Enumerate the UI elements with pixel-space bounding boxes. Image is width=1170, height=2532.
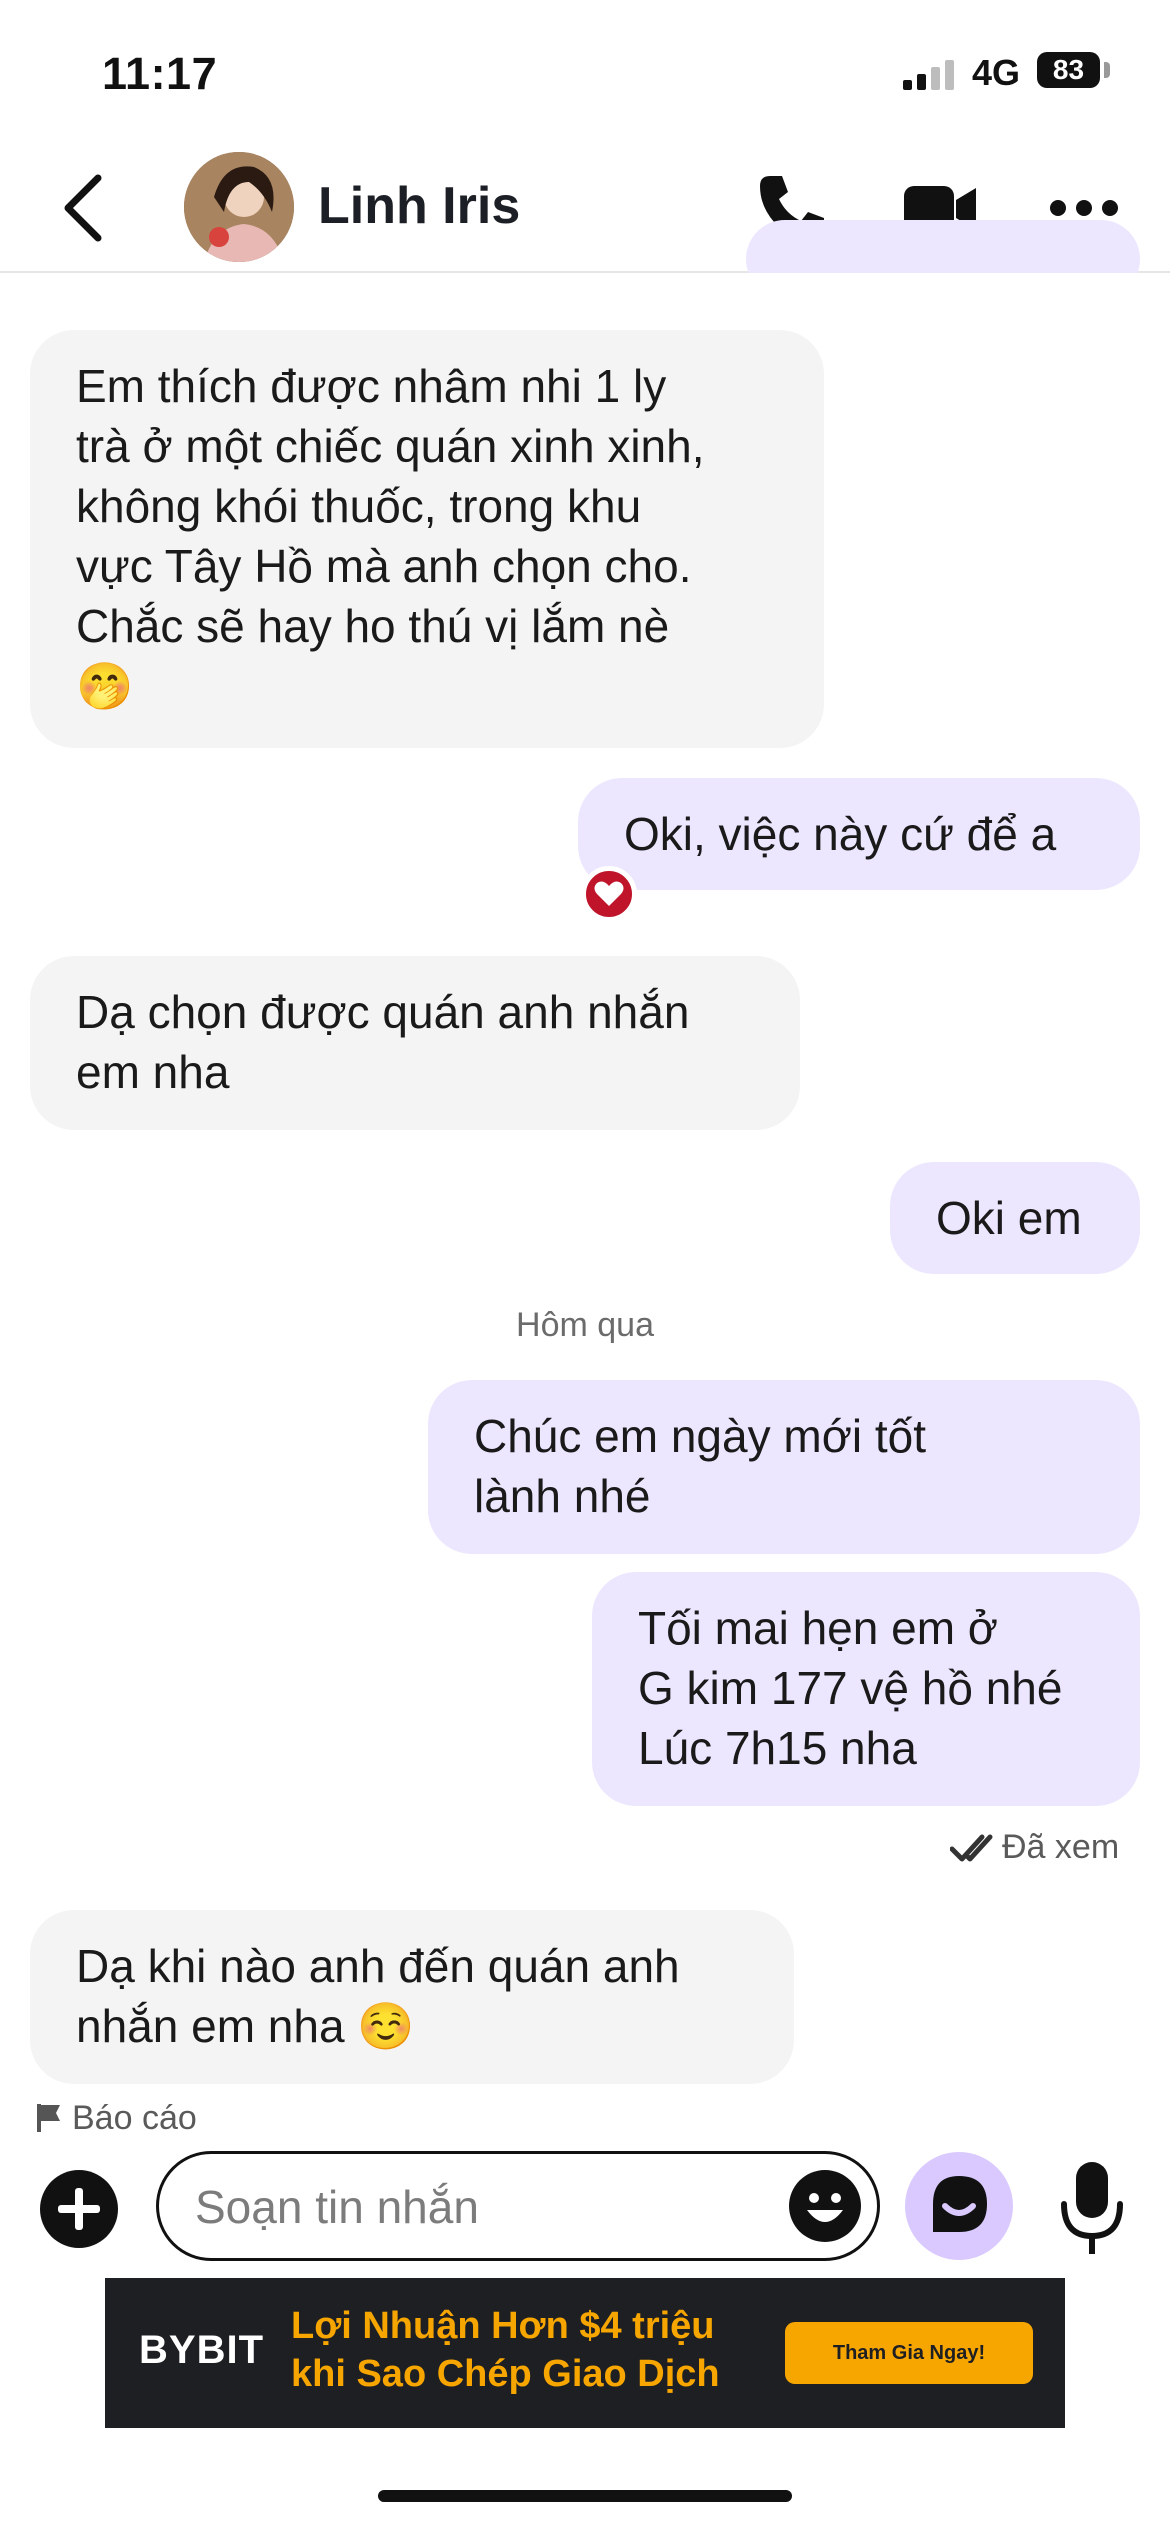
emoji-icon [789,2170,861,2242]
flag-icon [37,2104,60,2132]
message-bubble-outgoing[interactable]: Chúc em ngày mới tốt lành nhé [428,1380,1140,1554]
message-bubble-incoming[interactable]: Dạ khi nào anh đến quán anh nhắn em nha … [30,1910,794,2084]
message-bubble-incoming[interactable]: Dạ chọn được quán anh nhắn em nha [30,956,800,1130]
message-text: không khói thuốc, trong khu [76,480,642,532]
ad-brand-logo: BYBIT [139,2328,264,2372]
mic-icon [1061,2162,1123,2254]
reaction-badge[interactable] [581,866,637,922]
message-text: Dạ chọn được quán anh nhắn [76,986,690,1038]
heart-icon [594,881,624,906]
avatar[interactable] [184,152,294,262]
signal-icon [903,60,963,95]
ad-line: khi Sao Chép Giao Dịch [291,2353,720,2395]
composer [156,2151,880,2261]
message-text: Oki em [936,1192,1082,1244]
message-text: Tối mai hẹn em ở [638,1602,998,1654]
message-text: Em thích được nhâm nhi 1 ly [76,360,667,412]
message-text: Dạ khi nào anh đến quán anh [76,1940,680,1992]
message-text: vực Tây Hồ mà anh chọn cho. [76,540,692,592]
ad-headline: Lợi Nhuận Hơn $4 triệu khi Sao Chép Giao… [291,2302,720,2398]
home-indicator[interactable] [378,2490,792,2502]
battery-indicator: 83 [1037,52,1100,88]
message-input[interactable] [193,2154,757,2260]
status-time: 11:17 [102,48,218,99]
sticker-icon [933,2176,987,2232]
message-bubble-incoming[interactable]: Em thích được nhâm nhi 1 ly trà ở một ch… [30,330,824,748]
battery-cap [1104,62,1110,78]
message-text: Chắc sẽ hay ho thú vị lắm nè [76,600,670,652]
message-text: 🤭 [76,660,134,712]
scroll-clip [0,273,1170,299]
message-text: Lúc 7h15 nha [638,1722,917,1774]
emoji-button[interactable] [787,2168,863,2244]
contact-name[interactable]: Linh Iris [318,176,520,236]
voice-message-button[interactable] [1056,2158,1128,2258]
message-text: nhắn em nha ☺️ [76,2000,415,2052]
message-bubble-outgoing[interactable]: Oki, việc này cứ để a [578,778,1140,890]
report-label: Báo cáo [72,2104,197,2132]
message-bubble-outgoing[interactable]: Oki em [890,1162,1140,1274]
message-text: em nha [76,1046,230,1098]
message-text: trà ở một chiếc quán xinh xinh, [76,420,705,472]
add-attachment-button[interactable] [40,2170,118,2248]
ad-banner[interactable]: BYBIT Lợi Nhuận Hơn $4 triệu khi Sao Ché… [105,2278,1065,2428]
message-text: G kim 177 vệ hồ nhé [638,1662,1063,1714]
plus-icon [58,2188,100,2230]
back-button[interactable] [56,168,116,248]
double-check-icon [950,1834,993,1861]
message-bubble-outgoing[interactable]: Tối mai hẹn em ở G kim 177 vệ hồ nhé Lúc… [592,1572,1140,1806]
sticker-button[interactable] [905,2152,1013,2260]
seen-label: Đã xem [1002,1828,1120,1866]
back-icon [64,174,102,242]
message-text: Oki, việc này cứ để a [624,808,1057,860]
ad-line: Lợi Nhuận Hơn $4 triệu [291,2305,715,2347]
seen-status: Đã xem [950,1828,1119,1867]
network-type: 4G [972,52,1021,93]
ad-cta-button[interactable]: Tham Gia Ngay! [785,2322,1033,2384]
message-text: Chúc em ngày mới tốt [474,1410,927,1462]
message-text: lành nhé [474,1470,651,1522]
report-link[interactable]: Báo cáo [34,2104,197,2132]
day-separator: Hôm qua [516,1306,654,1344]
